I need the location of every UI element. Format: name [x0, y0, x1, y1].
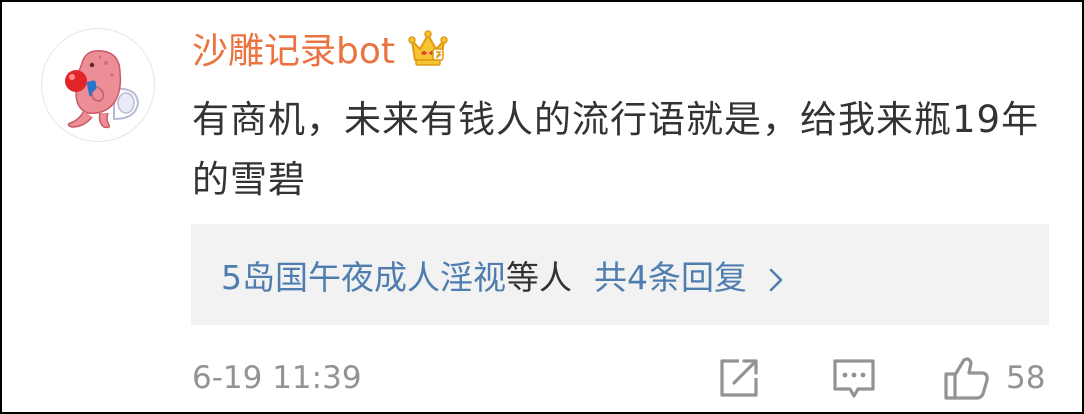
username[interactable]: 沙雕记录bot [192, 22, 395, 74]
comment-icon [833, 359, 875, 398]
thumbs-up-icon [944, 357, 989, 400]
comment-button[interactable] [831, 350, 877, 406]
like-count: 58 [1006, 360, 1046, 396]
crown-badge-icon[interactable] [407, 27, 449, 69]
like-button[interactable]: 58 [942, 350, 1045, 406]
replies-preview[interactable]: 5岛国午夜成人淫视 等人 共4条回复 [191, 224, 1049, 325]
username-row: 沙雕记录bot [192, 20, 449, 76]
chevron-right-icon [767, 262, 785, 291]
reply-names-link[interactable]: 5岛国午夜成人淫视 [221, 251, 506, 299]
avatar-illustration [65, 50, 140, 129]
comment-text: 有商机，未来有钱人的流行语就是，给我来瓶19年的雪碧 [192, 98, 1040, 201]
share-button[interactable] [717, 350, 761, 406]
reply-names-suffix: 等人 [506, 257, 572, 297]
timestamp: 6-19 11:39 [192, 360, 362, 396]
avatar[interactable] [41, 28, 155, 142]
share-icon [720, 359, 758, 397]
reply-count-link[interactable]: 共4条回复 [594, 251, 747, 299]
comment-card: 沙雕记录bot 有商机，未来有钱人的流行语就是，给我来瓶19年的雪碧 5岛国午夜… [0, 0, 1084, 414]
